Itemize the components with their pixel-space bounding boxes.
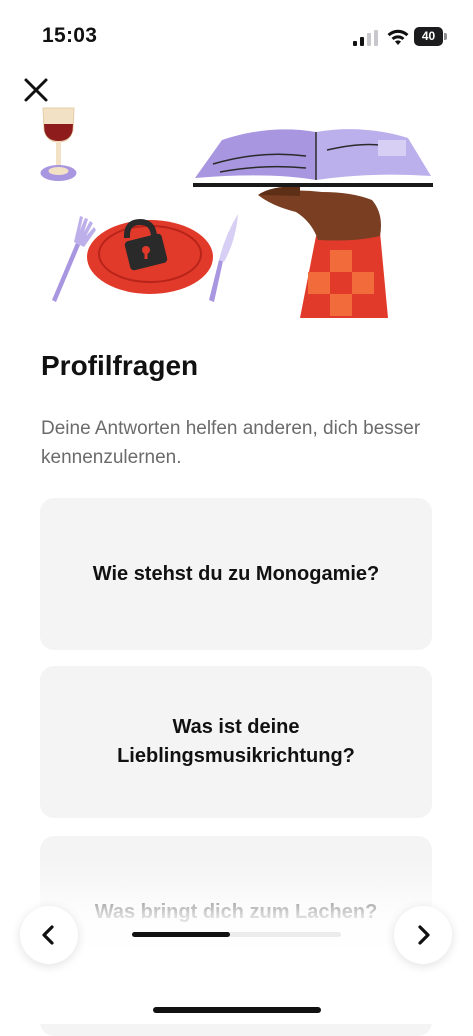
status-time: 15:03 [42, 24, 98, 47]
progress-fill [132, 932, 231, 937]
previous-button[interactable] [20, 906, 78, 964]
wifi-icon [387, 29, 409, 45]
question-label: Was bringt dich zum Lachen? [94, 901, 378, 923]
cellular-signal-icon [353, 30, 378, 46]
open-book-icon [193, 129, 433, 187]
battery-icon: 40 [414, 27, 448, 46]
wine-glass-icon [40, 107, 77, 181]
battery-level: 40 [421, 29, 436, 43]
question-label: Wie stehst du zu Monogamie? [92, 562, 380, 585]
page-title: Profilfragen [41, 350, 199, 381]
question-card-monogamy[interactable]: Wie stehst du zu Monogamie? [40, 498, 432, 650]
home-indicator [153, 1007, 321, 1013]
status-bar: 15:03 40 [0, 0, 473, 60]
progress-bar [132, 932, 341, 937]
chevron-right-icon [418, 925, 430, 945]
chevron-left-icon [42, 925, 54, 945]
next-button[interactable] [394, 906, 452, 964]
question-label: Was ist deine Lieblingsmusikrichtung? [117, 716, 355, 767]
header-illustration [40, 107, 433, 318]
page-subtitle: Deine Antworten helfen anderen, dich bes… [41, 418, 421, 468]
hand-icon [258, 186, 388, 318]
knife-icon [209, 214, 238, 302]
question-card-music[interactable]: Was ist deine Lieblingsmusikrichtung? [40, 666, 432, 818]
close-icon [24, 78, 48, 102]
